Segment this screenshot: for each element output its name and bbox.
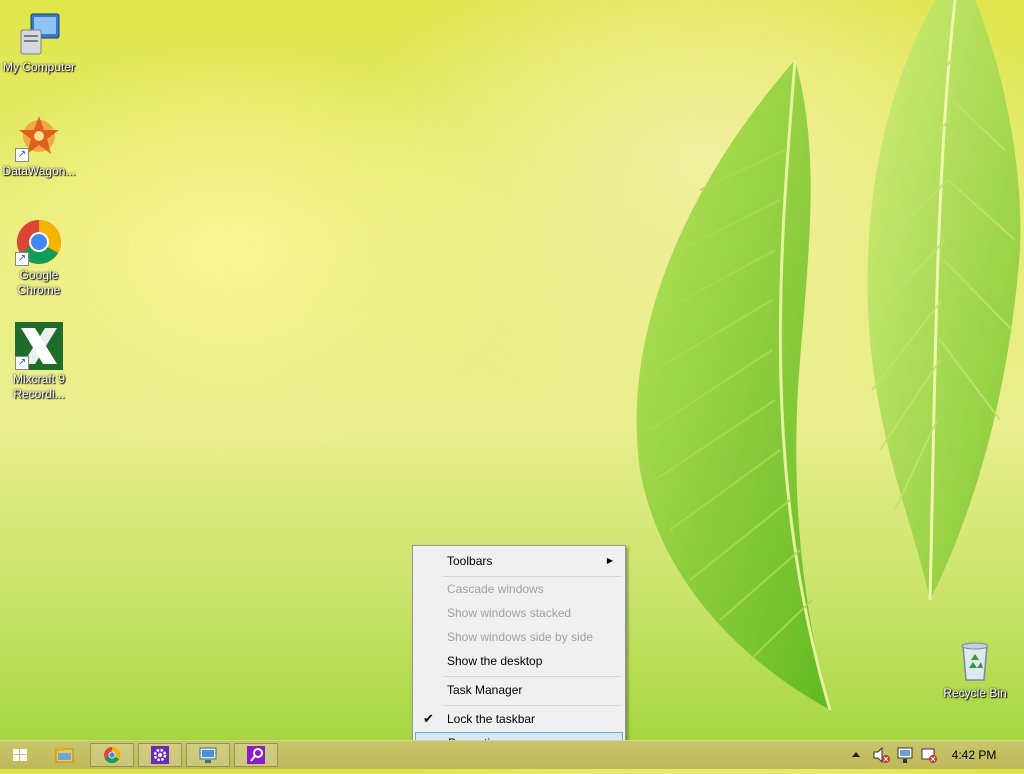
shortcut-arrow-icon: ↗: [15, 252, 29, 266]
chrome-icon: ↗: [15, 218, 63, 266]
file-explorer-icon: [55, 747, 74, 763]
action-center-icon[interactable]: [918, 741, 940, 769]
recycle-bin-icon: [951, 636, 999, 684]
computer-icon: [15, 10, 63, 58]
shortcut-arrow-icon: ↗: [15, 148, 29, 162]
menu-item-cascade-windows[interactable]: Cascade windows: [415, 578, 623, 600]
menu-item-toolbars[interactable]: Toolbars ▶: [415, 550, 623, 572]
windows-start-icon: [13, 749, 27, 761]
taskbar-button-settings[interactable]: [138, 743, 182, 767]
remote-desktop-icon: [199, 747, 217, 763]
system-tray: [846, 741, 942, 769]
menu-item-label: Lock the taskbar: [447, 712, 536, 726]
menu-item-show-windows-stacked[interactable]: Show windows stacked: [415, 602, 623, 624]
menu-item-label: Cascade windows: [447, 582, 544, 596]
menu-item-label: Toolbars: [447, 554, 493, 568]
desktop-icon-label: DataWagon...: [2, 164, 76, 178]
taskbar-context-menu: Toolbars ▶ Cascade windows Show windows …: [412, 545, 626, 759]
menu-item-label: Task Manager: [447, 683, 523, 697]
desktop-icon-mixcraft[interactable]: ↗ Mixcraft 9 Recordi...: [0, 322, 78, 402]
menu-separator: [443, 676, 621, 677]
start-button[interactable]: [0, 741, 40, 769]
menu-item-label: Show windows stacked: [447, 606, 572, 620]
menu-item-label: Show the desktop: [447, 654, 543, 668]
checkmark-icon: ✔: [423, 711, 434, 726]
menu-item-show-windows-side-by-side[interactable]: Show windows side by side: [415, 626, 623, 648]
desktop-icon-label: My Computer: [2, 60, 76, 74]
mixcraft-icon: ↗: [15, 322, 63, 370]
submenu-arrow-icon: ▶: [606, 556, 613, 565]
taskbar-clock[interactable]: 4:42 PM: [944, 741, 1004, 769]
desktop-icon-datawagon[interactable]: ↗ DataWagon...: [0, 114, 78, 179]
taskbar-button-search[interactable]: [234, 743, 278, 767]
chrome-icon: [104, 746, 121, 764]
datawagon-icon: ↗: [15, 114, 63, 162]
taskbar: 4:42 PM: [0, 740, 1024, 769]
desktop-icon-label: Google Chrome: [17, 268, 61, 297]
menu-item-lock-the-taskbar[interactable]: ✔ Lock the taskbar: [415, 708, 623, 730]
menu-separator: [443, 705, 621, 706]
file-explorer-button[interactable]: [42, 741, 86, 769]
menu-separator: [443, 576, 621, 577]
desktop-icon-google-chrome[interactable]: ↗ Google Chrome: [0, 218, 78, 298]
desktop-icon-label: Mixcraft 9 Recordi...: [12, 372, 65, 401]
menu-item-task-manager[interactable]: Task Manager: [415, 679, 623, 701]
desktop-icon-recycle-bin[interactable]: Recycle Bin: [936, 636, 1014, 701]
network-icon[interactable]: [894, 741, 916, 769]
menu-item-show-the-desktop[interactable]: Show the desktop: [415, 650, 623, 672]
desktop-icon-my-computer[interactable]: My Computer: [0, 10, 78, 75]
show-hidden-icons-chevron[interactable]: [846, 741, 866, 769]
search-app-icon: [247, 746, 265, 764]
settings-app-icon: [151, 746, 169, 764]
volume-muted-icon[interactable]: [870, 741, 892, 769]
desktop-icon-label: Recycle Bin: [943, 686, 1007, 700]
taskbar-button-chrome[interactable]: [90, 743, 134, 767]
taskbar-button-remote-desktop[interactable]: [186, 743, 230, 767]
menu-item-label: Show windows side by side: [447, 630, 594, 644]
shortcut-arrow-icon: ↗: [15, 356, 29, 370]
